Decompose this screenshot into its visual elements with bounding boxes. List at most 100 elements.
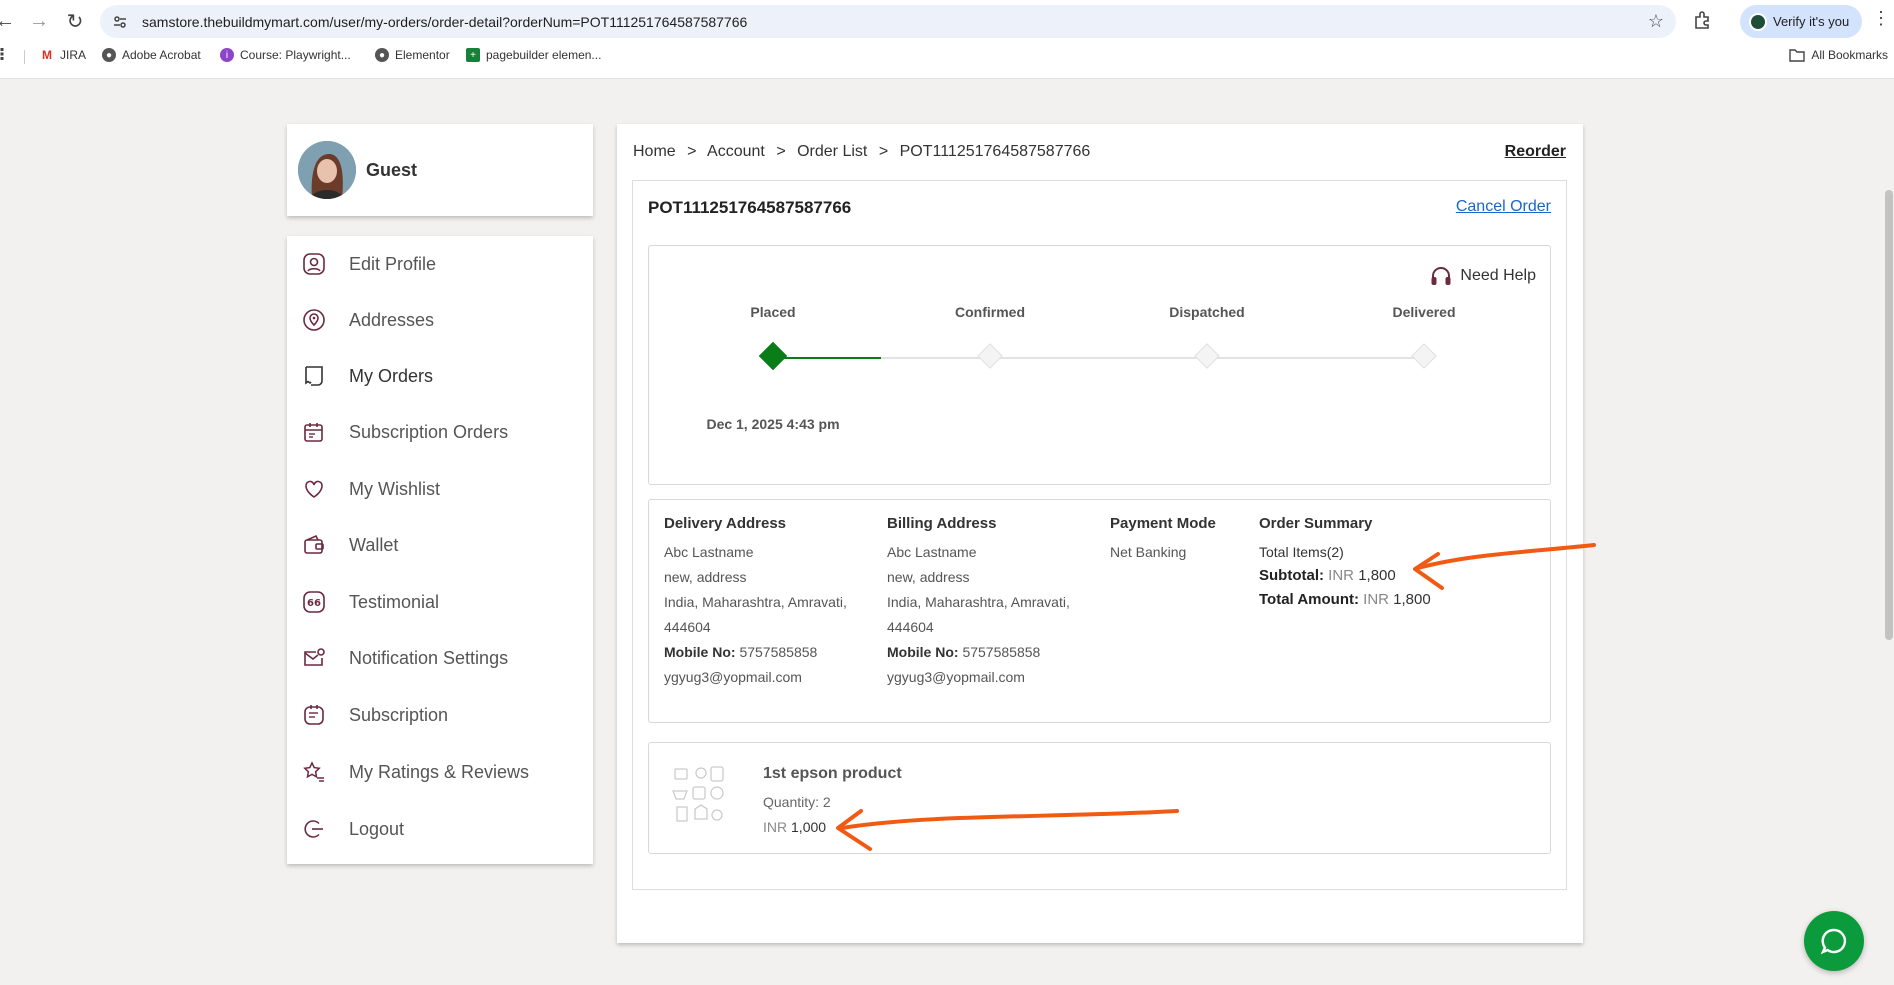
- product-image[interactable]: [669, 763, 729, 827]
- sheets-icon: +: [466, 48, 480, 62]
- bookmark-jira[interactable]: M JIRA: [40, 48, 86, 62]
- step-label-placed: Placed: [750, 304, 796, 320]
- mail-settings-icon: [301, 645, 327, 671]
- delivery-name: Abc Lastname: [664, 544, 754, 560]
- calendar-icon: [301, 419, 327, 445]
- sidebar-item-testimonial[interactable]: 66 Testimonial: [287, 580, 593, 624]
- order-product-item[interactable]: 1st epson product Quantity: 2 INR 1,000: [648, 742, 1551, 854]
- breadcrumb-order-list[interactable]: Order List: [797, 143, 867, 160]
- profile-label: Verify it's you: [1773, 14, 1850, 29]
- sidebar-item-label: Subscription: [349, 704, 449, 725]
- account-sidebar: Edit Profile Addresses My Orders Subscri…: [287, 236, 593, 864]
- delivery-zip: 444604: [664, 619, 711, 635]
- billing-mobile: Mobile No: 5757585858: [887, 640, 1070, 665]
- sidebar-item-addresses[interactable]: Addresses: [287, 298, 593, 342]
- sidebar-item-label: Wallet: [349, 534, 399, 555]
- sidebar-item-wallet[interactable]: Wallet: [287, 523, 593, 567]
- payment-mode-title: Payment Mode: [1110, 515, 1216, 532]
- total-items: Total Items(2): [1259, 544, 1344, 560]
- reload-icon[interactable]: ↻: [62, 8, 88, 34]
- product-quantity: Quantity: 2: [763, 794, 831, 810]
- sidebar-item-label: Edit Profile: [349, 253, 437, 274]
- all-bookmarks-label: All Bookmarks: [1811, 48, 1888, 62]
- address-bar[interactable]: samstore.thebuildmymart.com/user/my-orde…: [100, 5, 1676, 38]
- all-bookmarks[interactable]: All Bookmarks: [1789, 48, 1888, 62]
- billing-email: ygyug3@yopmail.com: [887, 669, 1025, 685]
- bookmark-adobe[interactable]: ● Adobe Acrobat: [102, 48, 201, 62]
- user-icon: [301, 251, 327, 277]
- profile-card: Guest: [287, 124, 593, 216]
- headset-icon: [1431, 267, 1451, 285]
- profile-name: Guest: [366, 159, 418, 180]
- breadcrumb-separator: >: [687, 143, 697, 160]
- bookmark-label: Course: Playwright...: [240, 48, 351, 62]
- step-label-delivered: Delivered: [1392, 304, 1456, 320]
- step-label-dispatched: Dispatched: [1169, 304, 1245, 320]
- sidebar-item-label: Logout: [349, 818, 405, 839]
- order-summary: Order Summary Total Items(2) Subtotal: I…: [1259, 515, 1431, 612]
- chat-button[interactable]: [1804, 911, 1864, 971]
- sidebar-item-notification-settings[interactable]: Notification Settings: [287, 636, 593, 680]
- site-settings-icon[interactable]: [112, 14, 128, 30]
- step-marker-placed: [758, 341, 788, 371]
- sidebar-item-subscription-orders[interactable]: Subscription Orders: [287, 410, 593, 454]
- sidebar-item-label: My Orders: [349, 365, 434, 386]
- sidebar-item-ratings-reviews[interactable]: My Ratings & Reviews: [287, 750, 593, 794]
- more-menu-icon[interactable]: ⋮: [1872, 8, 1890, 29]
- forward-icon[interactable]: →: [26, 8, 52, 34]
- sidebar-item-subscription[interactable]: Subscription: [287, 693, 593, 737]
- order-box: POT111251764587587766 Cancel Order Need …: [632, 180, 1567, 890]
- receipt-icon: [301, 363, 327, 389]
- profile-button[interactable]: Verify it's you: [1740, 5, 1862, 38]
- product-name[interactable]: 1st epson product: [763, 765, 902, 783]
- sidebar-item-label: My Wishlist: [349, 478, 440, 499]
- course-icon: i: [220, 48, 234, 62]
- sidebar-item-label: My Ratings & Reviews: [349, 761, 530, 782]
- bookmark-elementor[interactable]: ● Elementor: [375, 48, 450, 62]
- reorder-button[interactable]: Reorder: [1505, 143, 1566, 161]
- url-text[interactable]: samstore.thebuildmymart.com/user/my-orde…: [142, 14, 747, 30]
- bookmark-separator: [24, 50, 25, 64]
- heart-icon: [301, 476, 327, 502]
- payment-mode-value: Net Banking: [1110, 544, 1187, 560]
- subtotal-row: Subtotal: INR 1,800: [1259, 564, 1431, 588]
- billing-zip: 444604: [887, 619, 934, 635]
- product-price: INR 1,000: [763, 819, 826, 835]
- back-icon[interactable]: ←: [0, 8, 18, 34]
- billing-name: Abc Lastname: [887, 544, 977, 560]
- sidebar-item-logout[interactable]: Logout: [287, 807, 593, 851]
- extensions-icon[interactable]: [1692, 9, 1714, 31]
- sidebar-item-my-orders[interactable]: My Orders: [287, 354, 593, 398]
- subscription-icon: [301, 702, 327, 728]
- sidebar-item-label: Testimonial: [349, 591, 440, 612]
- folder-icon: [1789, 49, 1806, 62]
- avatar: [298, 141, 356, 199]
- billing-address: Billing Address Abc Lastname new, addres…: [887, 515, 1070, 690]
- bookmark-pagebuilder[interactable]: + pagebuilder elemen...: [466, 48, 601, 62]
- breadcrumb-account[interactable]: Account: [707, 143, 765, 160]
- page-scrollbar[interactable]: [1885, 190, 1893, 640]
- bookmark-star-icon[interactable]: ☆: [1648, 11, 1664, 32]
- sidebar-item-edit-profile[interactable]: Edit Profile: [287, 242, 593, 286]
- breadcrumb-current: POT111251764587587766: [899, 143, 1091, 160]
- bookmark-course[interactable]: i Course: Playwright...: [220, 48, 351, 62]
- sidebar-item-label: Notification Settings: [349, 647, 509, 668]
- step-label-confirmed: Confirmed: [955, 304, 1025, 320]
- order-summary-title: Order Summary: [1259, 515, 1373, 532]
- sidebar-item-label: Addresses: [349, 309, 435, 330]
- breadcrumb-home[interactable]: Home: [633, 143, 676, 160]
- order-number: POT111251764587587766: [648, 198, 852, 217]
- need-help-label: Need Help: [1460, 267, 1536, 284]
- order-details-panel: Delivery Address Abc Lastname new, addre…: [648, 499, 1551, 723]
- breadcrumb-separator: >: [878, 143, 889, 160]
- total-amount-value: 1,800: [1393, 591, 1431, 608]
- delivery-email: ygyug3@yopmail.com: [664, 669, 802, 685]
- payment-mode: Payment Mode Net Banking: [1110, 515, 1216, 565]
- apps-grid-icon[interactable]: [0, 48, 8, 60]
- delivery-line2: India, Maharashtra, Amravati,: [664, 594, 847, 610]
- cancel-order-link[interactable]: Cancel Order: [1456, 198, 1551, 216]
- sidebar-item-my-wishlist[interactable]: My Wishlist: [287, 467, 593, 511]
- subtotal-label: Subtotal:: [1259, 567, 1324, 584]
- step-marker-confirmed: [977, 343, 1003, 369]
- need-help-button[interactable]: Need Help: [1430, 266, 1536, 286]
